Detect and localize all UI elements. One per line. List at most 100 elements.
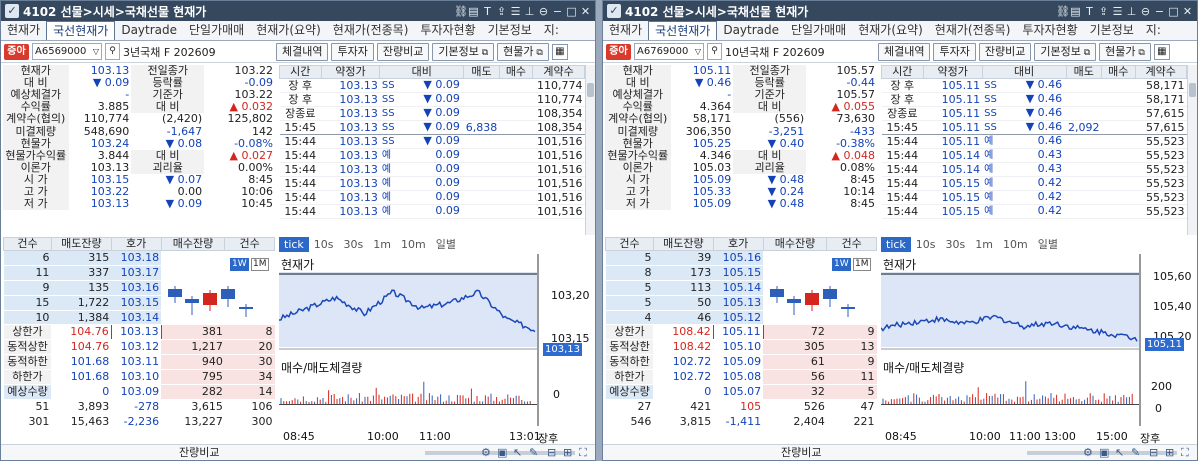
scroll-thumb[interactable] [1189,83,1196,97]
orderbook-row[interactable]: 예상수량 0 105.07 32 5 [605,384,877,400]
trade-row[interactable]: 15:44 105.14 예 0.43 55,523 [881,148,1187,163]
trade-row[interactable]: 15:45 105.11 SS ▼ 0.46 2,092 57,615 [881,120,1187,135]
button-4[interactable]: 현물가 ⧉ [497,42,549,61]
code-input[interactable]: A6569000 ▽ [32,43,102,60]
trade-row[interactable]: 장 후 105.11 SS ▼ 0.46 58,171 [881,92,1187,107]
interval-tab-1[interactable]: 10s [309,237,339,252]
trade-row[interactable]: 15:44 105.14 예 0.43 55,523 [881,162,1187,177]
tab-8[interactable]: 지: [538,21,565,40]
price-chart[interactable]: 현재가 매수/매도체결량 103,20 103,15 103,13 0 08:45 10:00… [279,254,590,445]
pencil-icon[interactable]: ✎ [529,446,538,459]
tab-0[interactable]: 현재가 [603,21,648,40]
button-1[interactable]: 투자자 [331,42,374,61]
doc-icon[interactable]: ▤ [1070,5,1081,18]
chevron-down-icon[interactable]: ▽ [695,44,701,59]
pin-icon[interactable]: ⊥ [524,5,535,18]
trade-row[interactable]: 장 후 103.13 SS ▼ 0.09 110,774 [279,92,585,107]
button-4[interactable]: 현물가 ⧉ [1099,42,1151,61]
trade-row[interactable]: 15:44 103.13 예 0.09 101,516 [279,162,585,177]
trade-row[interactable]: 15:44 105.11 예 0.46 55,523 [881,134,1187,149]
search-icon[interactable]: ⚲ [707,43,722,60]
minus-icon[interactable]: ⊖ [1140,5,1151,18]
export-icon[interactable]: ⇪ [496,5,507,18]
orderbook-row[interactable]: 546 3,815 -1,411 2,404 221 [605,414,877,430]
check-icon[interactable]: ✓ [607,4,621,18]
range-1w-toggle[interactable]: 1W [832,258,851,271]
interval-tab-3[interactable]: 1m [368,237,396,252]
tab-2[interactable]: Daytrade [115,21,183,40]
interval-tab-2[interactable]: 30s [941,237,971,252]
search-icon[interactable]: ⚲ [105,43,120,60]
tab-8[interactable]: 지: [1140,21,1167,40]
tab-7[interactable]: 기본정보 [1084,21,1140,40]
interval-tab-4[interactable]: 10m [396,237,431,252]
tab-3[interactable]: 단일가매매 [183,21,250,40]
trade-row[interactable]: 15:44 105.15 예 0.42 55,523 [881,176,1187,191]
tab-4[interactable]: 현재가(요약) [852,21,929,40]
cursor-icon[interactable]: ↖ [513,446,522,459]
tab-6[interactable]: 투자자현황 [1016,21,1083,40]
export-icon[interactable]: ⇪ [1098,5,1109,18]
code-input[interactable]: A6769000 ▽ [634,43,704,60]
chat-icon[interactable]: ▣ [1099,446,1109,459]
trade-row[interactable]: 15:45 103.13 SS ▼ 0.09 6,838 108,354 [279,120,585,135]
close-icon[interactable]: ✕ [1182,5,1193,18]
orderbook-row[interactable]: 동적하한 101.68 103.11 940 30 [3,354,275,371]
check-icon[interactable]: ✓ [5,4,19,18]
grid-icon[interactable]: ▦ [1153,43,1170,60]
orderbook-row[interactable]: 동적하한 102.72 105.09 61 9 [605,354,877,371]
list-icon[interactable]: ☰ [510,5,521,18]
fit-icon[interactable]: ⛶ [1181,446,1189,460]
link-icon[interactable]: ⛓ [1056,5,1070,18]
range-1m-toggle[interactable]: 1M [251,258,269,271]
minimize-icon[interactable]: − [552,5,563,18]
interval-tab-5[interactable]: 일별 [1033,237,1063,252]
chevron-down-icon[interactable]: ▽ [93,44,99,59]
orderbook-row[interactable]: 51 3,893 -278 3,615 106 [3,399,275,415]
tab-0[interactable]: 현재가 [1,21,46,40]
settings-icon[interactable]: ⚙ [481,446,491,459]
tab-1[interactable]: 국선현재가 [46,21,116,40]
interval-tab-0[interactable]: tick [279,237,309,252]
scroll-thumb[interactable] [587,83,594,97]
trade-row[interactable]: 15:44 103.13 예 0.09 101,516 [279,148,585,163]
trades-scrollbar[interactable] [585,65,595,235]
trade-row[interactable]: 15:44 103.13 SS ▼ 0.09 101,516 [279,134,585,149]
orderbook-row[interactable]: 하한가 101.68 103.10 795 34 [3,369,275,386]
cursor-icon[interactable]: ↖ [1115,446,1124,459]
orderbook-row[interactable]: 하한가 102.72 105.08 56 11 [605,369,877,386]
pin-icon[interactable]: ⊥ [1126,5,1137,18]
trade-row[interactable]: 15:44 103.13 예 0.09 101,516 [279,176,585,191]
list-icon[interactable]: ☰ [1112,5,1123,18]
button-3[interactable]: 기본정보 ⧉ [1034,42,1097,61]
minimize-icon[interactable]: − [1154,5,1165,18]
link-icon[interactable]: ⛓ [454,5,468,18]
button-0[interactable]: 체결내역 [276,42,329,61]
trade-row[interactable]: 장 후 105.11 SS ▼ 0.46 58,171 [881,78,1187,93]
text-icon[interactable]: T [1084,5,1095,18]
fit-icon[interactable]: ⛶ [579,446,587,460]
orderbook-row[interactable]: 예상수량 0 103.09 282 14 [3,384,275,400]
trade-row[interactable]: 15:44 105.15 예 0.42 55,523 [881,204,1187,219]
interval-tab-2[interactable]: 30s [339,237,369,252]
zoom-in-icon[interactable]: ⊞ [1165,446,1174,459]
price-chart[interactable]: 현재가 매수/매도체결량 105,60 105,40 105,20 105,11 200 0 0… [881,254,1192,445]
button-2[interactable]: 잔량비교 [978,42,1032,61]
interval-tab-4[interactable]: 10m [998,237,1033,252]
balance-compare-label[interactable]: 잔량비교 [179,445,219,460]
zoom-out-icon[interactable]: ⊟ [547,446,556,459]
doc-icon[interactable]: ▤ [468,5,479,18]
tab-6[interactable]: 투자자현황 [414,21,481,40]
pencil-icon[interactable]: ✎ [1131,446,1140,459]
orderbook-row[interactable]: 동적상한 104.76 103.12 1,217 20 [3,339,275,356]
zoom-in-icon[interactable]: ⊞ [563,446,572,459]
tab-5[interactable]: 현재가(전종목) [929,21,1017,40]
interval-tab-3[interactable]: 1m [970,237,998,252]
orderbook-row[interactable]: 301 15,463 -2,236 13,227 300 [3,414,275,430]
button-2[interactable]: 잔량비교 [376,42,430,61]
trade-row[interactable]: 15:44 103.13 예 0.09 101,516 [279,190,585,205]
settings-icon[interactable]: ⚙ [1083,446,1093,459]
interval-tab-0[interactable]: tick [881,237,911,252]
chat-icon[interactable]: ▣ [497,446,507,459]
trades-scrollbar[interactable] [1187,65,1197,235]
